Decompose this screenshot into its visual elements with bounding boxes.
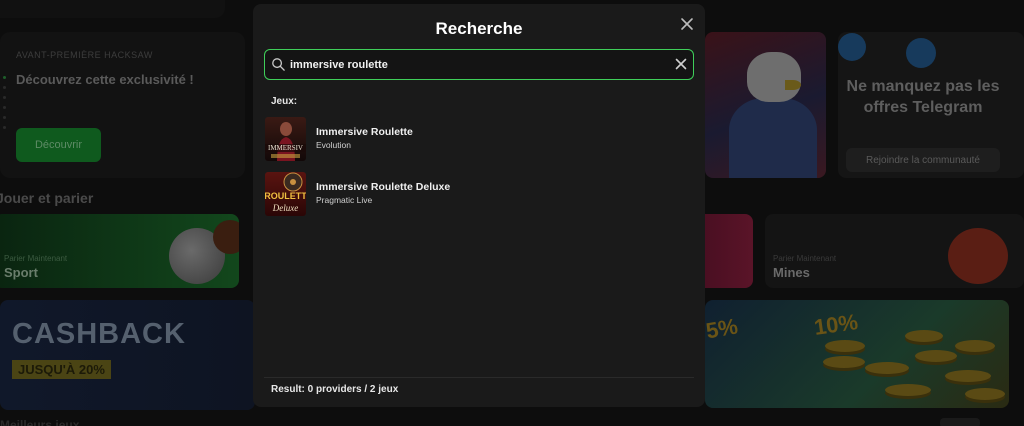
- modal-title: Recherche: [435, 19, 523, 38]
- svg-text:Deluxe: Deluxe: [272, 203, 298, 213]
- svg-text:IMMERSIV: IMMERSIV: [268, 144, 303, 152]
- game-thumbnail: IMMERSIV: [265, 117, 306, 161]
- game-provider: Pragmatic Live: [316, 195, 373, 205]
- tile-mines-label: Mines: [773, 265, 810, 280]
- cashback-banner[interactable]: [0, 300, 255, 410]
- game-provider: Evolution: [316, 140, 351, 150]
- search-result-item[interactable]: ROULETT Deluxe Immersive Roulette Deluxe…: [265, 172, 695, 220]
- eagle-game-card[interactable]: [705, 32, 826, 178]
- basketball-icon: [213, 220, 239, 254]
- bottom-section-title: Meilleurs jeux: [0, 418, 80, 426]
- telegram-title: Ne manquez pas les offres Telegram: [846, 78, 1000, 116]
- close-icon: [681, 18, 693, 30]
- section-title: Jouer et parier: [0, 190, 94, 206]
- telegram-icon: [906, 38, 936, 68]
- cashback-title: CASHBACK: [12, 318, 186, 350]
- svg-text:ROULETT: ROULETT: [265, 191, 306, 201]
- tile-casino[interactable]: [705, 214, 753, 288]
- bomb-icon: [948, 228, 1008, 284]
- promo-eyebrow: AVANT-PREMIÈRE HACKSAW: [16, 50, 153, 60]
- promo-title: Découvrez cette exclusivité !: [16, 72, 194, 87]
- game-name: Immersive Roulette: [316, 126, 413, 138]
- percent-label: 5%: [703, 313, 740, 344]
- close-icon: [675, 58, 687, 70]
- top-strip: [0, 0, 225, 18]
- tile-mines-caption: Parier Maintenant: [773, 254, 837, 263]
- join-community-button[interactable]: Rejoindre la communauté: [846, 148, 1000, 172]
- search-result-item[interactable]: IMMERSIV Immersive Roulette Evolution: [265, 117, 695, 165]
- discover-button[interactable]: Découvrir: [16, 128, 101, 162]
- search-icon: [272, 58, 285, 71]
- telegram-icon: [838, 33, 866, 61]
- search-box: [264, 49, 694, 80]
- game-name: Immersive Roulette Deluxe: [316, 181, 451, 193]
- divider: [264, 377, 694, 378]
- search-input[interactable]: [290, 55, 660, 74]
- close-button[interactable]: [678, 15, 696, 33]
- clear-search-button[interactable]: [674, 57, 688, 71]
- search-modal: Recherche Jeux:: [253, 4, 705, 407]
- eagle-icon: [747, 52, 801, 102]
- promo-carousel-dots: [3, 76, 7, 136]
- tile-sport-label: Sport: [4, 265, 38, 280]
- game-thumbnail: ROULETT Deluxe: [265, 172, 306, 216]
- games-section-label: Jeux:: [271, 96, 298, 107]
- tile-sport-caption: Parier Maintenant: [4, 254, 68, 263]
- cashback-badge: JUSQU'À 20%: [12, 360, 111, 379]
- result-summary: Result: 0 providers / 2 jeux: [271, 384, 399, 395]
